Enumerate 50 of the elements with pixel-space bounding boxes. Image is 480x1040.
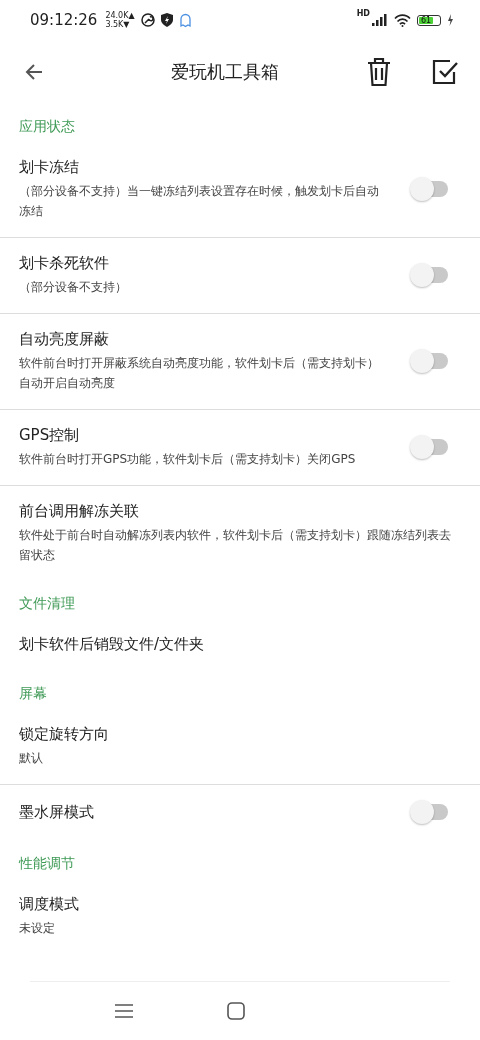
- section-header: 应用状态: [18, 117, 76, 136]
- setting-description: 软件处于前台时自动解冻列表内软件，软件划卡后（需支持划卡）跟随冻结列表去留状态: [19, 527, 452, 564]
- toggle-switch[interactable]: [409, 175, 449, 202]
- back-arrow-icon[interactable]: [24, 62, 44, 82]
- setting-title: 划卡冻结: [19, 157, 80, 178]
- battery-level: 61: [419, 16, 433, 24]
- setting-description: （部分设备不支持）: [19, 279, 128, 296]
- toggle-switch[interactable]: [409, 347, 449, 374]
- toggle-switch[interactable]: [409, 433, 449, 460]
- app-title: 爱玩机工具箱: [170, 60, 280, 84]
- charging-icon: [447, 14, 454, 26]
- wifi-icon: [394, 13, 411, 27]
- upload-speed: 24.0K▲: [105, 11, 135, 20]
- trash-icon[interactable]: [366, 57, 392, 87]
- setting-description: 未设定: [19, 920, 56, 937]
- setting-title: 前台调用解冻关联: [19, 501, 140, 522]
- toggle-switch[interactable]: [409, 799, 449, 825]
- settings-row[interactable]: 自动亮度屏蔽 软件前台时打开屏蔽系统自动亮度功能，软件划卡后（需支持划卡）自动开启自动亮度: [0, 314, 480, 409]
- clock: 09:12:26: [30, 11, 98, 29]
- ghost-icon: [178, 12, 192, 28]
- setting-description: （部分设备不支持）当一键冻结列表设置存在时候，触发划卡后自动冻结: [19, 183, 379, 220]
- settings-row[interactable]: 前台调用解冻关联 软件处于前台时自动解冻列表内软件，软件划卡后（需支持划卡）跟随冻结列表去留状态: [0, 486, 480, 581]
- settings-row[interactable]: 划卡杀死软件 （部分设备不支持）: [0, 238, 480, 313]
- settings-row[interactable]: 划卡冻结 （部分设备不支持）当一键冻结列表设置存在时候，触发划卡后自动冻结: [0, 142, 480, 237]
- setting-description: 软件前台时打开屏蔽系统自动亮度功能，软件划卡后（需支持划卡）自动开启自动亮度: [19, 355, 379, 392]
- setting-title: 调度模式: [19, 894, 80, 915]
- setting-title: 自动亮度屏蔽: [19, 329, 110, 350]
- setting-description: 软件前台时打开GPS功能，软件划卡后（需支持划卡）关闭GPS: [19, 451, 357, 468]
- checkbox-icon[interactable]: [432, 59, 458, 85]
- setting-title: 划卡软件后销毁文件/文件夹: [19, 634, 206, 655]
- home-icon[interactable]: [227, 1002, 245, 1020]
- shield-icon: [160, 13, 173, 27]
- setting-title: 墨水屏模式: [19, 802, 95, 823]
- settings-row[interactable]: 调度模式 未设定: [0, 879, 480, 954]
- setting-title: GPS控制: [19, 425, 81, 446]
- settings-row[interactable]: 墨水屏模式: [0, 785, 480, 841]
- hd-label: HD: [356, 9, 370, 18]
- setting-description: 默认: [19, 750, 44, 767]
- toggle-switch[interactable]: [409, 261, 449, 288]
- signal-icon: [372, 14, 388, 26]
- menu-icon[interactable]: [115, 1003, 133, 1019]
- setting-title: 划卡杀死软件: [19, 253, 110, 274]
- settings-row[interactable]: GPS控制 软件前台时打开GPS功能，软件划卡后（需支持划卡）关闭GPS: [0, 410, 480, 485]
- settings-row[interactable]: 划卡软件后销毁文件/文件夹: [0, 619, 480, 671]
- settings-row[interactable]: 锁定旋转方向 默认: [0, 709, 480, 784]
- section-header: 文件清理: [18, 594, 76, 613]
- section-header: 屏幕: [18, 684, 48, 703]
- download-speed: 3.5K▼: [105, 20, 131, 29]
- section-header: 性能调节: [17, 854, 76, 873]
- setting-title: 锁定旋转方向: [19, 724, 110, 745]
